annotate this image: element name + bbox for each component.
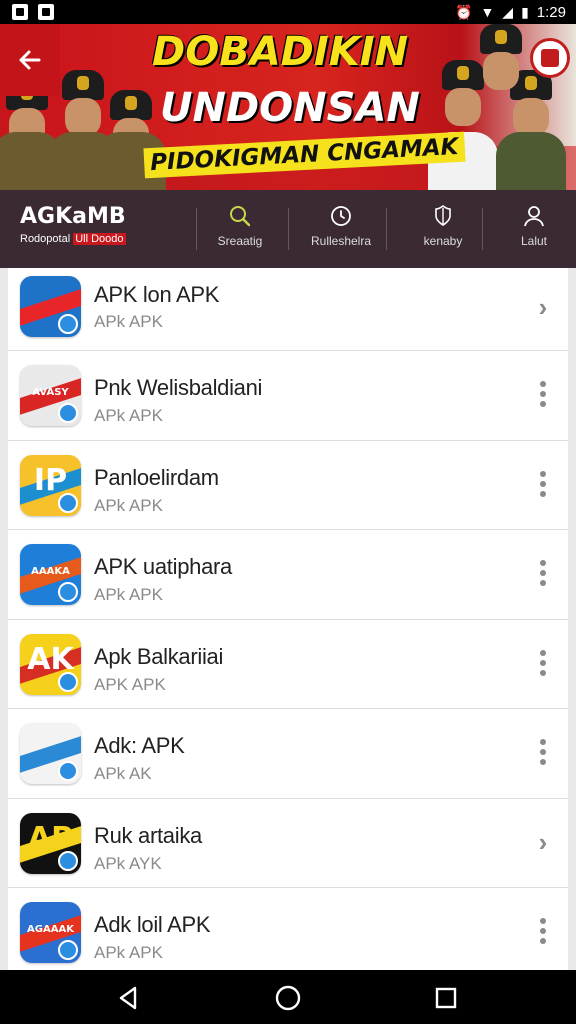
recents-nav-button[interactable] <box>426 982 466 1014</box>
app-icon[interactable]: AGAAAK <box>20 902 81 963</box>
battery-icon: ▮ <box>521 4 529 20</box>
back-triangle-icon <box>119 986 137 1010</box>
app-icon-text: AVASY <box>32 387 69 398</box>
chevron-right-icon[interactable]: › <box>532 292 554 322</box>
nav-item-search[interactable]: Sreaatig <box>196 200 284 260</box>
status-bar: ⏰ ▼ ◢ ▮ 1:29 <box>0 0 576 24</box>
app-list: APK lon APK APk APK › AVASY Pnk Welisbaldian… <box>8 268 568 970</box>
more-options-icon[interactable] <box>532 469 554 499</box>
back-button[interactable] <box>0 24 60 96</box>
app-icon[interactable]: AVASY <box>20 365 81 426</box>
app-badge-icon <box>58 850 78 871</box>
recents-square-icon <box>435 987 457 1009</box>
app-list-item[interactable]: APK lon APK APk APK › <box>8 268 568 351</box>
photo-icon <box>38 4 54 20</box>
brand: AGKaMB Rodopotal Ull Doodo <box>20 204 190 245</box>
banner-title-line2: UNDONSAN <box>160 85 420 131</box>
app-icon[interactable]: AAAKA <box>20 544 81 605</box>
app-subtitle: APk APK <box>94 585 163 604</box>
app-subtitle: APk APK <box>94 943 163 962</box>
clock-icon <box>331 206 351 226</box>
more-options-icon[interactable] <box>532 558 554 588</box>
nav-item-user[interactable]: Lalut <box>490 200 576 260</box>
app-icon-text: AP <box>27 820 74 856</box>
back-arrow-icon <box>19 50 41 70</box>
app-icon[interactable]: IP <box>20 454 81 516</box>
banner-figure <box>466 24 536 94</box>
app-subtitle: APk APK <box>94 495 163 515</box>
app-name: APK lon APK <box>94 282 220 307</box>
app-badge-icon <box>58 761 78 781</box>
more-options-icon[interactable] <box>532 648 554 678</box>
app-list-item[interactable]: AP Ruk artaika APk AYK › <box>8 798 568 888</box>
app-name: Ruk artaika <box>94 822 202 848</box>
app-badge-icon <box>58 314 78 334</box>
app-list-item[interactable]: AVASY Pnk Welisbaldiani APk APK <box>8 351 568 441</box>
notification-icon <box>12 4 28 20</box>
app-badge-icon <box>58 582 78 602</box>
app-badge-icon <box>58 403 78 423</box>
status-time: 1:29 <box>536 3 566 21</box>
nav-item-shield[interactable]: kenaby <box>399 200 487 260</box>
app-subtitle: APk APK <box>94 406 163 425</box>
app-badge-icon <box>58 940 78 960</box>
app-list-item[interactable]: AK Apk Balkariiai APK APK <box>8 619 568 709</box>
app-icon[interactable]: AP <box>20 812 81 874</box>
app-subtitle: APk AK <box>94 764 152 783</box>
more-options-icon[interactable] <box>532 379 554 409</box>
signal-icon: ◢ <box>502 4 514 20</box>
more-options-icon[interactable] <box>532 737 554 767</box>
search-icon <box>230 206 251 227</box>
banner-title-line1: DOBADIKIN <box>152 29 409 75</box>
brand-subtitle: Rodopotal Ull Doodo <box>20 233 126 245</box>
emblem-logo <box>530 38 570 78</box>
nav-label: kenaby <box>423 234 463 248</box>
app-icon-text: AGAAAK <box>27 924 74 935</box>
app-icon-text: IP <box>33 462 68 498</box>
header-banner: DOBADIKIN UNDONSAN PIDOKIGMAN CNGAMAK <box>0 24 576 190</box>
app-badge-icon <box>58 671 78 692</box>
app-list-item[interactable]: AAAKA APK uatiphara APk APK <box>8 530 568 620</box>
home-nav-button[interactable] <box>268 982 308 1014</box>
shield-icon <box>435 205 451 226</box>
app-name: Pnk Welisbaldiani <box>94 375 263 400</box>
app-icon-text: AAAKA <box>31 566 70 577</box>
app-list-item[interactable]: AGAAAK Adk loil APK APk APK <box>8 888 568 970</box>
brand-title: AGKaMB <box>20 204 126 229</box>
wifi-icon: ▼ <box>480 4 495 20</box>
nav-item-clock[interactable]: Rulleshelra <box>297 200 385 260</box>
nav-label: Lalut <box>520 234 548 248</box>
app-name: Apk Balkariiai <box>94 643 224 669</box>
app-list-item[interactable]: IP Panloelirdam APk APK <box>8 440 568 530</box>
top-navigation: AGKaMB Rodopotal Ull Doodo Sreaatig Rull… <box>0 190 576 268</box>
app-name: Adk loil APK <box>94 912 211 937</box>
home-circle-icon <box>275 985 301 1011</box>
app-subtitle: APk APK <box>94 312 163 331</box>
nav-label: Sreaatig <box>217 234 263 248</box>
app-icon[interactable] <box>20 276 81 337</box>
app-icon-text: AK <box>27 641 74 677</box>
back-nav-button[interactable] <box>108 982 148 1014</box>
chevron-right-icon[interactable]: › <box>532 827 554 857</box>
app-badge-icon <box>58 492 78 513</box>
user-icon <box>524 206 544 227</box>
app-name: Adk: APK <box>94 733 185 758</box>
app-name: APK uatiphara <box>94 554 232 579</box>
more-options-icon[interactable] <box>532 916 554 946</box>
app-name: Panloelirdam <box>94 464 219 490</box>
app-icon[interactable]: AK <box>20 633 81 695</box>
nav-label: Rulleshelra <box>310 234 372 248</box>
app-list-item[interactable]: Adk: APK APk AK <box>8 709 568 799</box>
app-subtitle: APk AYK <box>94 853 162 873</box>
app-icon[interactable] <box>20 723 81 784</box>
system-navigation-bar <box>0 970 576 1024</box>
app-subtitle: APK APK <box>94 674 166 694</box>
alarm-icon: ⏰ <box>455 4 473 20</box>
